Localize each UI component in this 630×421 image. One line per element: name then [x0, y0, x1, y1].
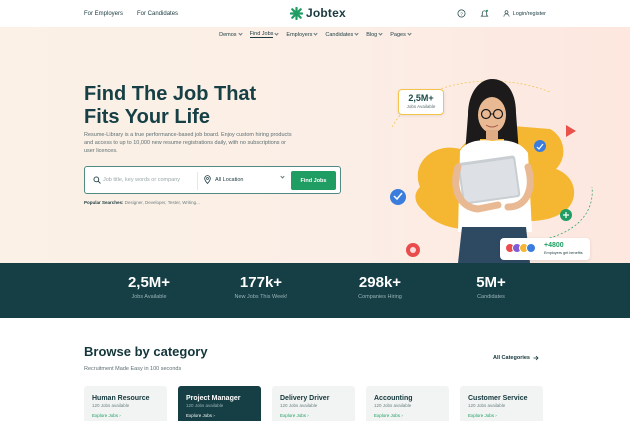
- nav-blog[interactable]: Blog: [366, 31, 383, 38]
- top-links: For Employers For Candidates: [84, 0, 178, 27]
- stat-label: Candidates: [477, 294, 505, 300]
- svg-text:?: ?: [460, 11, 463, 17]
- explore-jobs-link[interactable]: Explore Jobs ›: [468, 413, 535, 418]
- category-card-human-resource[interactable]: Human Resource 120 Jobs available Explor…: [84, 386, 167, 421]
- category-title: Delivery Driver: [280, 395, 330, 402]
- category-title: Human Resource: [92, 395, 150, 402]
- nav-candidates[interactable]: Candidates: [325, 31, 359, 38]
- explore-jobs-link[interactable]: Explore Jobs ›: [374, 413, 441, 418]
- stat-new-jobs: 177k+ New Jobs This Week!: [201, 274, 321, 300]
- category-card-delivery-driver[interactable]: Delivery Driver 120 Jobs available Explo…: [272, 386, 355, 421]
- chevron-down-icon: [354, 31, 359, 36]
- category-count: 120 Jobs available: [280, 403, 318, 408]
- location-pin-icon: [204, 175, 211, 184]
- stat-label: Jobs Available: [131, 294, 167, 300]
- benefits-value: +4800: [544, 242, 564, 249]
- chevron-down-icon: [237, 31, 243, 36]
- popular-searches-label: Popular Searches:: [84, 200, 124, 205]
- stat-value: 2,5M+: [127, 274, 171, 291]
- benefits-label: Employers get benefits: [544, 251, 583, 255]
- stats-band: 2,5M+ Jobs Available 177k+ New Jobs This…: [0, 263, 630, 318]
- popular-searches: Popular Searches: Designer, Developer, T…: [84, 200, 200, 205]
- avatar-group: [505, 243, 536, 253]
- chevron-down-icon: [407, 31, 412, 36]
- category-count: 120 Jobs available: [374, 403, 412, 408]
- stat-label: Companies Hiring: [358, 294, 402, 300]
- search-icon: [93, 176, 101, 184]
- stat-value: 5M+: [476, 274, 506, 291]
- explore-jobs-link[interactable]: Explore Jobs ›: [280, 413, 347, 418]
- badge-label: Jobs Available: [406, 104, 436, 109]
- login-register-link[interactable]: Login/register: [503, 10, 546, 17]
- category-title: Project Manager: [186, 395, 241, 402]
- explore-jobs-link[interactable]: Explore Jobs ›: [92, 413, 159, 418]
- top-actions: ? Login/register: [457, 0, 546, 27]
- avatar: [526, 243, 536, 253]
- category-card-customer-service[interactable]: Customer Service 120 Jobs available Expl…: [460, 386, 543, 421]
- main-nav: Demos Find Jobs Employers Candidates Blo…: [0, 31, 630, 38]
- jobs-available-badge: 2,5M+ Jobs Available: [398, 89, 444, 115]
- category-title: Customer Service: [468, 395, 528, 402]
- categories-subtitle: Recruitment Made Easy in 100 seconds: [84, 366, 182, 372]
- nav-find-jobs[interactable]: Find Jobs: [249, 31, 280, 38]
- stat-value: 177k+: [239, 274, 283, 291]
- nav-pages[interactable]: Pages: [390, 31, 412, 38]
- for-candidates-link[interactable]: For Candidates: [137, 11, 178, 17]
- search-divider: [197, 172, 198, 190]
- popular-search-tags[interactable]: Designer, Developer, Tester, Writing...: [125, 200, 200, 205]
- find-jobs-button[interactable]: Find Jobs: [291, 171, 336, 190]
- location-select[interactable]: All Location: [215, 177, 243, 183]
- chevron-down-icon: [274, 31, 280, 36]
- hero-description: Resume-Library is a true performance-bas…: [84, 132, 292, 154]
- login-label: Login/register: [512, 10, 546, 17]
- hero-title: Find The Job That Fits Your Life: [84, 83, 314, 129]
- jobtex-logo-icon: [290, 6, 303, 20]
- logo[interactable]: Jobtex: [290, 6, 346, 20]
- category-title: Accounting: [374, 395, 413, 402]
- all-categories-label: All Categories: [493, 355, 530, 361]
- location-chevron-down-icon[interactable]: [280, 174, 285, 179]
- arrow-right-icon: [533, 355, 539, 361]
- nav-employers[interactable]: Employers: [286, 31, 319, 38]
- user-icon: [503, 10, 510, 17]
- bell-icon[interactable]: [480, 9, 489, 18]
- employers-benefits-card: +4800 Employers get benefits: [500, 238, 590, 260]
- for-employers-link[interactable]: For Employers: [84, 11, 123, 17]
- help-icon[interactable]: ?: [457, 9, 466, 18]
- top-bar: For Employers For Candidates Jobtex ? Lo…: [0, 0, 630, 27]
- hero-title-line2: Fits Your Life: [84, 106, 210, 128]
- hero-section: Demos Find Jobs Employers Candidates Blo…: [0, 27, 630, 263]
- category-card-project-manager[interactable]: Project Manager 120 Jobs available Explo…: [178, 386, 261, 421]
- badge-value: 2,5M+: [408, 93, 434, 103]
- all-categories-link[interactable]: All Categories: [493, 355, 539, 361]
- explore-jobs-link[interactable]: Explore Jobs ›: [186, 413, 253, 418]
- chevron-down-icon: [313, 31, 319, 36]
- hero-title-line1: Find The Job That: [84, 83, 257, 105]
- keyword-input[interactable]: Job title, key words or company: [103, 177, 180, 183]
- stat-candidates: 5M+ Candidates: [431, 274, 551, 300]
- category-count: 120 Jobs available: [186, 403, 224, 408]
- stat-value: 298k+: [358, 274, 402, 291]
- job-search-bar: Job title, key words or company All Loca…: [84, 166, 341, 194]
- stat-label: New Jobs This Week!: [234, 294, 288, 300]
- logo-text: Jobtex: [306, 6, 346, 20]
- category-count: 120 Jobs available: [468, 403, 506, 408]
- category-card-accounting[interactable]: Accounting 120 Jobs available Explore Jo…: [366, 386, 449, 421]
- category-count: 120 Jobs available: [92, 403, 130, 408]
- stat-jobs-available: 2,5M+ Jobs Available: [89, 274, 209, 300]
- categories-title: Browse by category: [84, 344, 208, 359]
- nav-demos[interactable]: Demos: [219, 31, 243, 38]
- chevron-down-icon: [378, 31, 383, 36]
- category-cards: Human Resource 120 Jobs available Explor…: [84, 386, 543, 421]
- stat-companies-hiring: 298k+ Companies Hiring: [320, 274, 440, 300]
